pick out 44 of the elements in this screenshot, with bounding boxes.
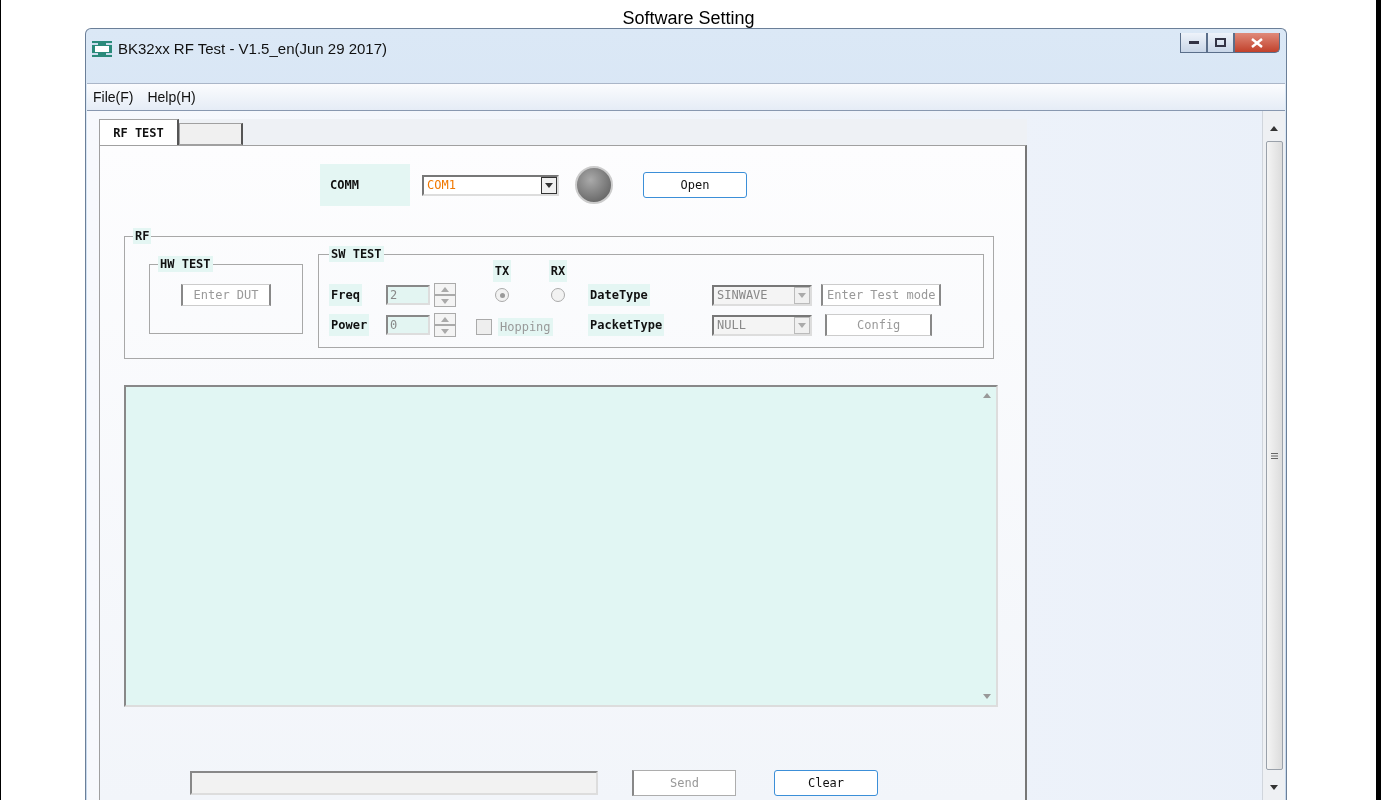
maximize-icon [1215, 38, 1226, 47]
mode-label: RX [548, 260, 568, 282]
spin-up-button[interactable] [434, 283, 456, 295]
window-title: BK32xx RF Test - V1.5_en(Jun 29 2017) [118, 40, 388, 57]
dropdown-arrow-icon [798, 322, 806, 328]
spin-up-button[interactable] [434, 313, 456, 325]
app-logo-icon [92, 41, 112, 57]
send-field[interactable] [190, 771, 598, 795]
page-caption: Software Setting [621, 8, 756, 28]
scroll-up-icon [983, 393, 991, 398]
open-button[interactable]: Open [643, 172, 747, 198]
menu-item[interactable]: File(F) [93, 89, 134, 105]
down-arrow-icon [441, 328, 449, 334]
mode-label: TX [492, 260, 512, 282]
scrollbar-thumb[interactable] [1265, 141, 1283, 770]
menu-item[interactable]: Help(H) [147, 89, 196, 105]
maximize-button[interactable] [1207, 33, 1234, 53]
comm-label: COMM [320, 164, 410, 206]
minimize-icon [1188, 40, 1199, 45]
spin-down-button[interactable] [434, 295, 456, 307]
close-button[interactable] [1234, 33, 1280, 53]
hw-test-group-title: HW TEST [158, 256, 213, 272]
up-arrow-icon [441, 286, 449, 292]
sw-test-group-title: SW TEST [329, 246, 384, 262]
spin-down-button[interactable] [434, 325, 456, 337]
rf-group-title: RF [133, 228, 152, 244]
tab[interactable] [179, 123, 243, 145]
action-button[interactable]: Clear [774, 770, 878, 796]
freq-label: Freq [329, 284, 362, 306]
down-arrow-icon [441, 298, 449, 304]
dropdown-arrow-icon [545, 182, 553, 188]
scroll-up-icon [1270, 126, 1278, 131]
scroll-down-icon [983, 694, 991, 699]
minimize-button[interactable] [1180, 33, 1207, 53]
close-icon [1251, 37, 1263, 48]
scroll-down-icon [1270, 785, 1278, 790]
port-dropdown[interactable]: COM1 [422, 174, 559, 196]
hopping-label: Hopping [498, 318, 553, 336]
dropdown-arrow-icon [798, 292, 806, 298]
date-type-label: DateType [588, 284, 650, 306]
packet-type-label: PacketType [588, 314, 665, 336]
up-arrow-icon [441, 316, 449, 322]
power-label: Power [329, 314, 370, 336]
tab[interactable]: RF TEST [99, 119, 179, 145]
